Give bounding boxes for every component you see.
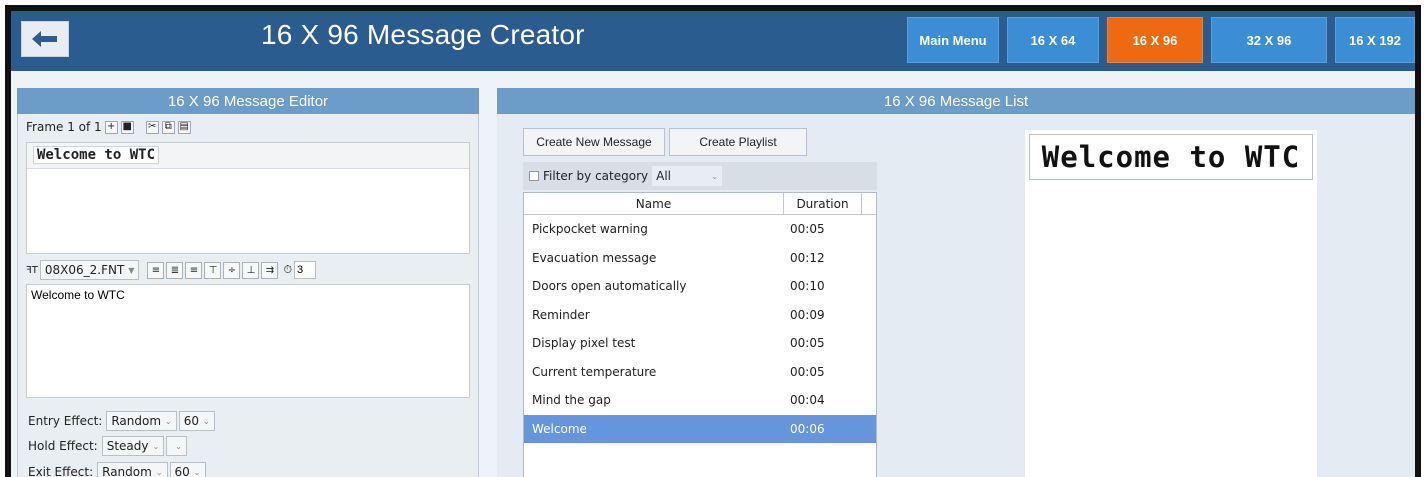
row-duration: 00:05	[790, 336, 825, 351]
entry-speed-select[interactable]: 60 ⌄	[178, 411, 215, 431]
chevron-down-icon: ⌄	[193, 467, 201, 477]
back-button[interactable]	[21, 21, 69, 57]
font-icon: ꟻT	[26, 264, 38, 276]
align-left-icon[interactable]: ≡	[147, 261, 165, 279]
row-duration: 00:05	[790, 222, 825, 237]
list-panel-title: 16 X 96 Message List	[497, 88, 1415, 114]
chevron-down-icon: ⌄	[203, 416, 210, 426]
align-center-icon[interactable]: ≣	[166, 261, 184, 279]
spacing-icon: ⏱	[283, 263, 293, 276]
exit-effect-label: Exit Effect:	[28, 465, 94, 477]
table-row[interactable]: Doors open automatically 00:10	[524, 272, 876, 301]
create-playlist-button[interactable]: Create Playlist	[669, 128, 807, 156]
app-window: 16 X 96 Message Creator Main Menu 16 X 6…	[5, 5, 1421, 477]
align-top-icon[interactable]: ⊤	[204, 261, 222, 279]
exit-effect-row: Exit Effect: Random ⌄ 60 ⌄	[28, 462, 206, 477]
led-preview-text: Welcome to WTC	[1029, 134, 1313, 180]
delete-frame-icon[interactable]: ■	[120, 120, 134, 134]
align-bottom-icon[interactable]: ⊥	[242, 261, 260, 279]
align-middle-icon[interactable]: ÷	[223, 261, 241, 279]
frame-preview-text: Welcome to WTC	[33, 146, 160, 164]
hold-effect-select[interactable]: Steady ⌄	[101, 436, 165, 456]
create-message-button[interactable]: Create New Message	[523, 128, 665, 156]
table-row[interactable]: Welcome 00:06	[524, 414, 876, 443]
table-row[interactable]: Mind the gap 00:04	[524, 386, 876, 415]
table-row[interactable]: Reminder 00:09	[524, 301, 876, 330]
category-select[interactable]: All ⌄	[652, 166, 723, 186]
editor-panel-title: 16 X 96 Message Editor	[17, 88, 479, 114]
row-name: Evacuation message	[532, 250, 657, 265]
column-name-header[interactable]: Name	[524, 193, 784, 214]
table-header: Name Duration	[524, 193, 876, 215]
hold-speed-select[interactable]: ⌄	[166, 436, 187, 456]
font-select[interactable]: 08X06_2.FNT ▼	[39, 260, 140, 280]
chevron-down-icon: ▼	[128, 265, 135, 275]
frame-label: Frame 1 of 1	[26, 120, 102, 134]
wrap-text-icon[interactable]: ⇉	[261, 261, 279, 279]
table-row[interactable]: Display pixel test 00:05	[524, 329, 876, 358]
text-toolbar: ꟻT 08X06_2.FNT ▼ ≡ ≣ ≡ ⊤ ÷ ⊥ ⇉ ⏱	[26, 260, 317, 280]
align-right-icon[interactable]: ≡	[185, 261, 203, 279]
row-duration: 00:06	[790, 421, 825, 436]
copy-icon[interactable]: ⧉	[161, 120, 175, 134]
message-table: Name Duration Pickpocket warning 00:05 Eva…	[523, 192, 877, 477]
row-duration: 00:09	[790, 307, 825, 322]
nav-16x192[interactable]: 16 X 192	[1335, 17, 1415, 63]
chevron-down-icon: ⌄	[152, 441, 160, 451]
row-duration: 00:04	[790, 393, 825, 408]
entry-effect-row: Entry Effect: Random ⌄ 60 ⌄	[28, 411, 215, 431]
row-duration: 00:10	[790, 279, 825, 294]
filter-checkbox[interactable]	[529, 171, 539, 181]
add-frame-icon[interactable]: +	[104, 120, 118, 134]
led-preview-panel: Welcome to WTC	[1025, 130, 1317, 477]
column-duration-header[interactable]: Duration	[784, 193, 862, 214]
entry-effect-label: Entry Effect:	[28, 414, 103, 428]
header-bar: 16 X 96 Message Creator Main Menu 16 X 6…	[11, 11, 1415, 71]
frame-preview: Welcome to WTC	[26, 142, 470, 254]
filter-label: Filter by category	[543, 169, 649, 183]
row-name: Current temperature	[532, 364, 657, 379]
chevron-down-icon: ⌄	[155, 467, 163, 477]
entry-effect-select[interactable]: Random ⌄	[106, 411, 177, 431]
nav-16x96[interactable]: 16 X 96	[1107, 17, 1203, 63]
table-row[interactable]: Evacuation message 00:12	[524, 244, 876, 273]
message-editor-panel: Frame 1 of 1 + ■ ✂ ⧉ ▤ Welcome to WTC ꟻT…	[17, 114, 479, 477]
paste-icon[interactable]: ▤	[177, 120, 191, 134]
page-title: 16 X 96 Message Creator	[261, 19, 585, 50]
chevron-down-icon: ⌄	[175, 441, 182, 451]
exit-effect-select[interactable]: Random ⌄	[97, 462, 168, 477]
nav-16x64[interactable]: 16 X 64	[1007, 17, 1099, 63]
row-duration: 00:05	[790, 364, 825, 379]
nav-32x96[interactable]: 32 X 96	[1211, 17, 1327, 63]
table-row[interactable]: Current temperature 00:05	[524, 358, 876, 387]
chevron-down-icon: ⌄	[165, 416, 172, 426]
row-name: Reminder	[532, 307, 590, 322]
cut-icon[interactable]: ✂	[145, 120, 159, 134]
row-duration: 00:12	[790, 250, 825, 265]
hold-effect-label: Hold Effect:	[28, 439, 98, 453]
frame-controls: Frame 1 of 1 + ■ ✂ ⧉ ▤	[26, 120, 191, 134]
row-name: Display pixel test	[532, 336, 636, 351]
back-arrow-icon	[32, 31, 57, 47]
row-name: Welcome	[532, 421, 587, 436]
table-body: Pickpocket warning 00:05 Evacuation messag…	[524, 215, 876, 443]
category-filter: Filter by category All ⌄	[523, 162, 877, 190]
spacing-input[interactable]	[294, 261, 317, 279]
chevron-down-icon: ⌄	[711, 171, 719, 181]
nav-main-menu[interactable]: Main Menu	[907, 17, 999, 63]
message-list-panel: Create New Message Create Playlist Filte…	[497, 114, 1415, 477]
message-text-input[interactable]: Welcome to WTC	[26, 284, 470, 398]
row-name: Pickpocket warning	[532, 222, 648, 237]
hold-effect-row: Hold Effect: Steady ⌄ ⌄	[28, 436, 187, 456]
exit-speed-select[interactable]: 60 ⌄	[169, 462, 206, 477]
row-name: Doors open automatically	[532, 279, 687, 294]
table-row[interactable]: Pickpocket warning 00:05	[524, 215, 876, 244]
row-name: Mind the gap	[532, 393, 611, 408]
